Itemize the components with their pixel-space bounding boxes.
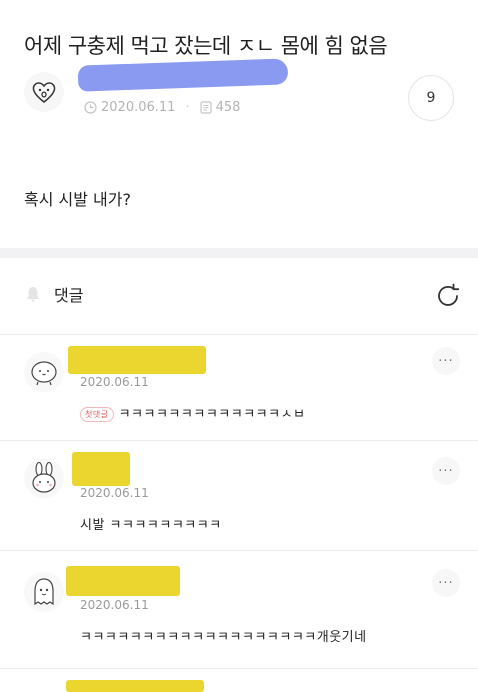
post-views: 458 <box>215 100 241 115</box>
comment-avatar[interactable] <box>24 352 64 392</box>
ghost-character-icon <box>34 578 54 606</box>
heart-face-icon <box>32 82 56 103</box>
comment-body: ㅋㅋㅋㅋㅋㅋㅋㅋㅋㅋㅋㅋㅋㅅㅂ <box>118 407 306 422</box>
more-options-button[interactable]: ··· <box>432 347 460 375</box>
comment-text: ㅋㅋㅋㅋㅋㅋㅋㅋㅋㅋㅋㅋㅋㅋㅋㅋㅋㅋㅋ개웃기네 <box>80 630 367 645</box>
comment-date: 2020.06.11 <box>80 598 149 612</box>
post-body: 혹시 시발 내가? <box>24 190 131 209</box>
meta-separator: · <box>185 100 190 115</box>
comment-text: 시발 ㅋㅋㅋㅋㅋㅋㅋㅋㅋ <box>80 518 222 533</box>
comment-text: 첫댓글 ㅋㅋㅋㅋㅋㅋㅋㅋㅋㅋㅋㅋㅋㅅㅂ <box>80 403 306 422</box>
clock-icon <box>84 101 97 114</box>
commenter-name-redaction <box>66 566 180 596</box>
more-options-button[interactable]: ··· <box>432 457 460 485</box>
document-icon <box>199 101 212 114</box>
comment-count-button[interactable]: 9 <box>408 75 454 121</box>
commenter-name-redaction <box>72 452 130 486</box>
comments-header: 댓글 <box>24 282 83 306</box>
comment-separator <box>0 440 478 441</box>
comment-separator <box>0 668 478 669</box>
post-meta: 2020.06.11 · 458 <box>84 100 240 115</box>
first-comment-badge: 첫댓글 <box>80 407 114 422</box>
bunny-character-icon <box>32 462 56 493</box>
comments-divider <box>0 334 478 335</box>
comment-date: 2020.06.11 <box>80 486 149 500</box>
author-avatar[interactable] <box>24 72 64 112</box>
more-options-button[interactable]: ··· <box>432 569 460 597</box>
blob-character-icon <box>31 361 57 386</box>
section-divider <box>0 248 478 258</box>
commenter-name-redaction <box>68 346 206 374</box>
post-title: 어제 구충제 먹고 잤는데 ㅈㄴ 몸에 힘 없음 <box>24 34 388 58</box>
comment-avatar[interactable] <box>24 572 64 612</box>
comment-date: 2020.06.11 <box>80 375 149 389</box>
comment-avatar[interactable] <box>24 458 64 498</box>
comments-label: 댓글 <box>54 286 84 305</box>
comment-count-value: 9 <box>426 90 436 106</box>
commenter-name-redaction <box>66 680 204 692</box>
author-name-redaction <box>77 58 289 92</box>
bell-icon <box>27 287 39 302</box>
refresh-icon[interactable] <box>434 282 462 310</box>
comment-separator <box>0 550 478 551</box>
post-date: 2020.06.11 <box>101 100 176 115</box>
